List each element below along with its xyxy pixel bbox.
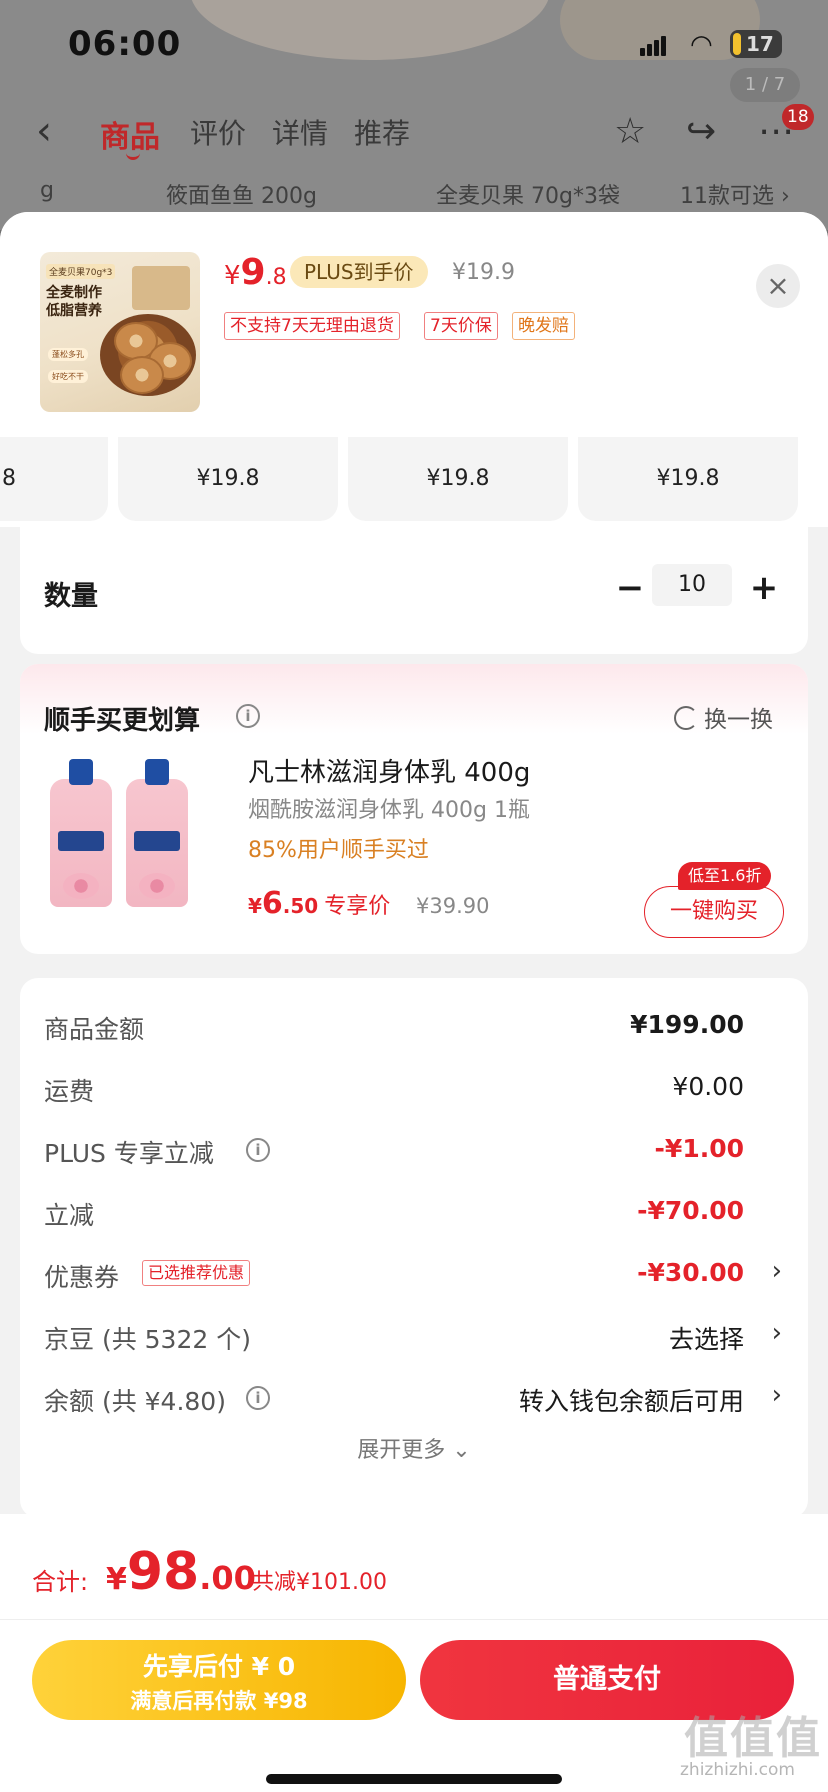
product-price: ¥9.8 [224,252,287,293]
battery-level: 17 [746,32,774,56]
info-icon[interactable]: i [236,704,260,728]
spec-option[interactable]: ¥19.8 [578,437,798,521]
tab-details[interactable]: 详情 [272,112,328,152]
product-nav-bar: ‹ 商品 评价 详情 推荐 ☆ ↪ ⋯ 18 [0,100,828,170]
tab-product[interactable]: 商品 [100,112,160,156]
thumb-label: 全麦贝果70g*3 [46,264,116,279]
tab-active-indicator [126,152,140,160]
upsell-promo-text: 85%用户顺手买过 [248,838,429,863]
info-icon[interactable]: i [246,1386,270,1410]
upsell-price: ¥6.50 专享价 [248,886,391,921]
discount-badge: 低至1.6折 [678,862,772,890]
no-return-tag: 不支持7天无理由退货 [224,312,400,340]
pay-later-button[interactable]: 先享后付 ¥ 0 满意后再付款 ¥98 [32,1640,406,1720]
home-indicator [266,1774,562,1784]
wifi-icon: ◠ [690,30,713,60]
bg-strip-text: 筱面鱼鱼 200g [166,184,317,209]
product-thumbnail: 全麦贝果70g*3 全麦制作 低脂营养 蓬松多孔 好吃不干 [40,252,200,412]
close-icon[interactable]: × [756,264,800,308]
upsell-section: 顺手买更划算 i 换一换 凡士林滋润身体乳 400g 烟酰胺滋润身体乳 400g… [20,664,808,954]
price-protect-tag: 7天价保 [424,312,498,340]
quantity-increase-button[interactable]: + [744,568,784,608]
back-icon[interactable]: ‹ [36,106,52,156]
share-icon[interactable]: ↪ [686,110,716,154]
summary-row-shipping: 运费 ¥0.00 [44,1072,744,1106]
lotion-product-image[interactable] [44,759,194,909]
product-header: 全麦贝果70g*3 全麦制作 低脂营养 蓬松多孔 好吃不干 ¥9.8 PLUS到手… [0,212,828,437]
summary-row-goods: 商品金额 ¥199.00 [44,1010,744,1044]
upsell-original-price: ¥39.90 [416,894,490,918]
quantity-decrease-button[interactable]: − [610,568,650,608]
watermark-url: zhizhizhi.com [680,1760,795,1780]
total-price: ¥98.00 [106,1542,256,1602]
chevron-right-icon: › [771,1256,782,1286]
chevron-right-icon: › [771,1318,782,1348]
background-page: 06:00 ◠ 17 1 / 7 ‹ 商品 评价 详情 推荐 ☆ ↪ ⋯ 18 … [0,0,828,230]
quantity-label: 数量 [44,581,98,612]
total-bar: 合计: ¥98.00 共减¥101.00 [0,1514,828,1620]
spec-option[interactable]: ¥19.8 [0,437,108,521]
thumb-package [132,266,190,310]
chevron-right-icon: › [771,1380,782,1410]
late-delivery-tag: 晚发赔 [512,312,575,340]
summary-row-instant-discount: 立减 -¥70.00 [44,1196,744,1230]
spec-option[interactable]: ¥19.8 [118,437,338,521]
upsell-product-subtitle: 烟酰胺滋润身体乳 400g 1瓶 [248,798,530,823]
spec-option[interactable]: ¥19.8 [348,437,568,521]
total-saved: 共减¥101.00 [252,1570,387,1595]
thumb-title: 全麦制作 低脂营养 [46,285,102,319]
tab-recommend[interactable]: 推荐 [354,112,410,152]
quantity-input[interactable]: 10 [652,564,732,606]
battery-icon: 17 [730,30,782,58]
upsell-product-name[interactable]: 凡士林滋润身体乳 400g [248,752,530,789]
summary-row-balance[interactable]: 余额 (共 ¥4.80) i 转入钱包余额后可用 › [20,1378,808,1418]
plus-price-badge: PLUS到手价 [290,256,428,288]
bg-strip-text: 11款可选 › [680,184,790,209]
refresh-icon [674,706,698,730]
summary-row-jingdou[interactable]: 京豆 (共 5322 个) 去选择 › [20,1316,808,1356]
original-price: ¥19.9 [452,260,515,285]
quantity-section: 数量 − 10 + [20,524,808,654]
one-click-buy-button[interactable]: 一键购买 [644,886,784,938]
order-summary: 商品金额 ¥199.00 运费 ¥0.00 PLUS 专享立减 i -¥1.00… [20,978,808,1518]
favorite-star-icon[interactable]: ☆ [614,110,646,154]
bg-strip-text: g [40,178,54,203]
upsell-title: 顺手买更划算 [44,706,201,736]
spec-options: ¥19.8 ¥19.8 ¥19.8 ¥19.8 [0,437,828,527]
coupon-tag: 已选推荐优惠 [142,1260,251,1286]
bagel-image [120,356,164,394]
info-icon[interactable]: i [246,1138,270,1162]
expand-more-button[interactable]: 展开更多 ⌄ [20,1432,808,1464]
total-label: 合计: [32,1568,89,1596]
summary-row-coupon[interactable]: 优惠券 已选推荐优惠 -¥30.00 › [20,1254,808,1294]
status-bar: 06:00 ◠ 17 [0,0,828,90]
bg-strip-text: 全麦贝果 70g*3袋 [436,184,620,209]
thumb-tag: 蓬松多孔 [48,348,88,361]
watermark-logo: 值值值 [684,1713,822,1764]
image-page-indicator: 1 / 7 [730,68,800,102]
tab-reviews[interactable]: 评价 [190,112,246,152]
refresh-button[interactable]: 换一换 [674,700,773,734]
message-badge: 18 [782,104,814,130]
summary-row-plus-discount: PLUS 专享立减 i -¥1.00 [44,1134,744,1168]
status-time: 06:00 [68,24,182,64]
thumb-tag: 好吃不干 [48,370,88,383]
purchase-sheet: 全麦贝果70g*3 全麦制作 低脂营养 蓬松多孔 好吃不干 ¥9.8 PLUS到手… [0,212,828,1792]
signal-icon [640,34,670,56]
